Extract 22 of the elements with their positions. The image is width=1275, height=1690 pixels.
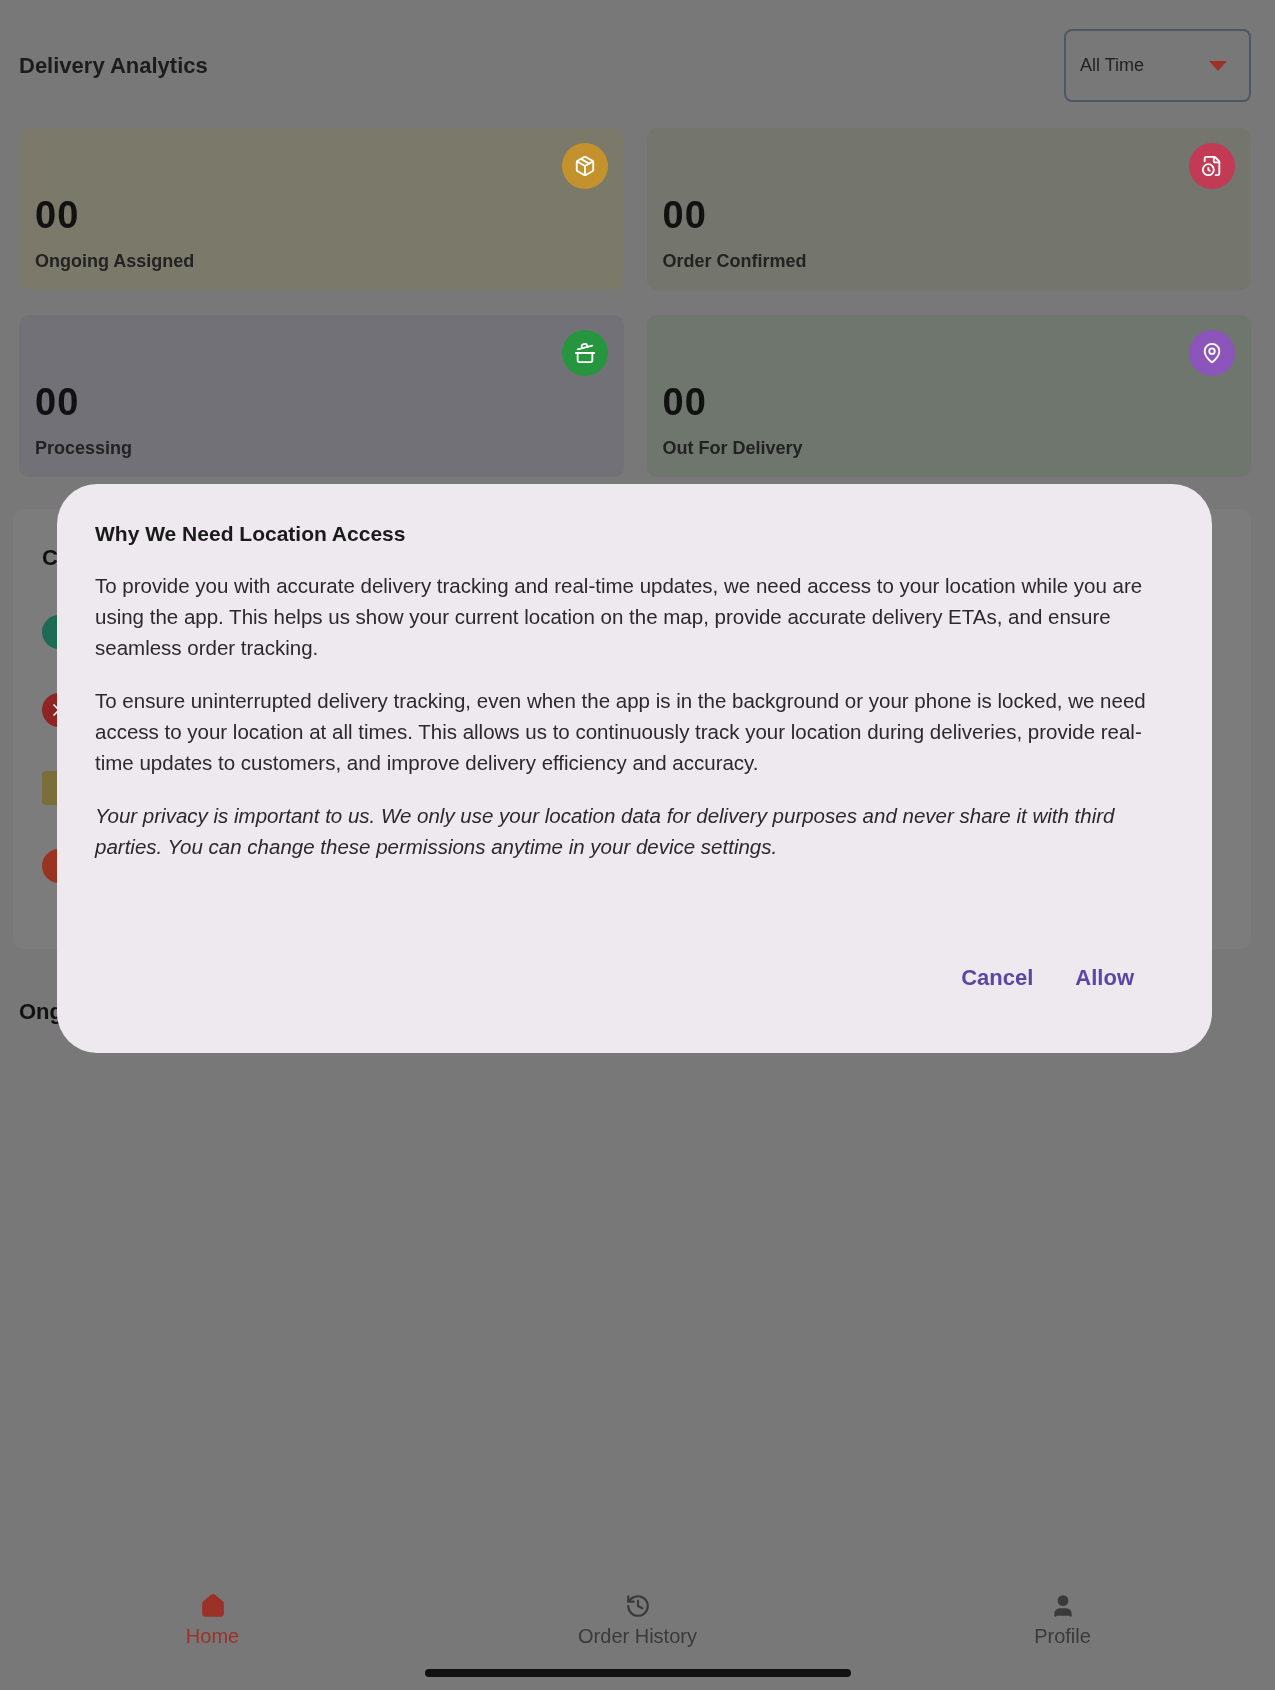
stat-value: 00 [35,194,81,237]
cancel-button[interactable]: Cancel [949,955,1046,1001]
nav-tab[interactable]: Order History [487,1592,788,1649]
stat-label: Processing [35,438,134,459]
dialog-paragraph: To ensure uninterrupted delivery tracking, even when the app is in the background or your phone is locked, we need access to your location at all times. This allows us to continuously track your location during deliveries, provide real-time updates to customers, and improve delivery efficiency and accuracy. [95,688,1147,776]
stat-value: 00 [662,194,708,237]
allow-button[interactable]: Allow [1063,955,1146,1001]
dialog-paragraph: To provide you with accurate delivery tracking and real-time updates, we need access to your location while you are using the app. This helps us show your current location on the map, provide accurate delivery ETAs, and ensure seamless order tracking. [95,573,1144,661]
stat-label: Ongoing Assigned [35,251,196,272]
stat-label: Order Confirmed [662,251,808,272]
home-icon [199,1593,226,1619]
dialog-title: Why We Need Location Access [95,522,407,546]
page-title: Delivery Analytics [19,52,208,79]
dialog-paragraph: Your privacy is important to us. We only use your location data for delivery purposes and never share it with third parties. You can change these permissions anytime in your device settings. [95,803,1116,860]
stat-value: 00 [35,381,81,424]
caret-icon [1209,60,1227,71]
nav-tab[interactable]: Profile [912,1592,1213,1649]
history-icon [624,1593,651,1619]
stat-value: 00 [662,381,708,424]
stat-label: Out For Delivery [662,438,804,459]
section-heading: C [42,545,59,571]
time-filter-dropdown[interactable]: All Time [1064,29,1251,102]
